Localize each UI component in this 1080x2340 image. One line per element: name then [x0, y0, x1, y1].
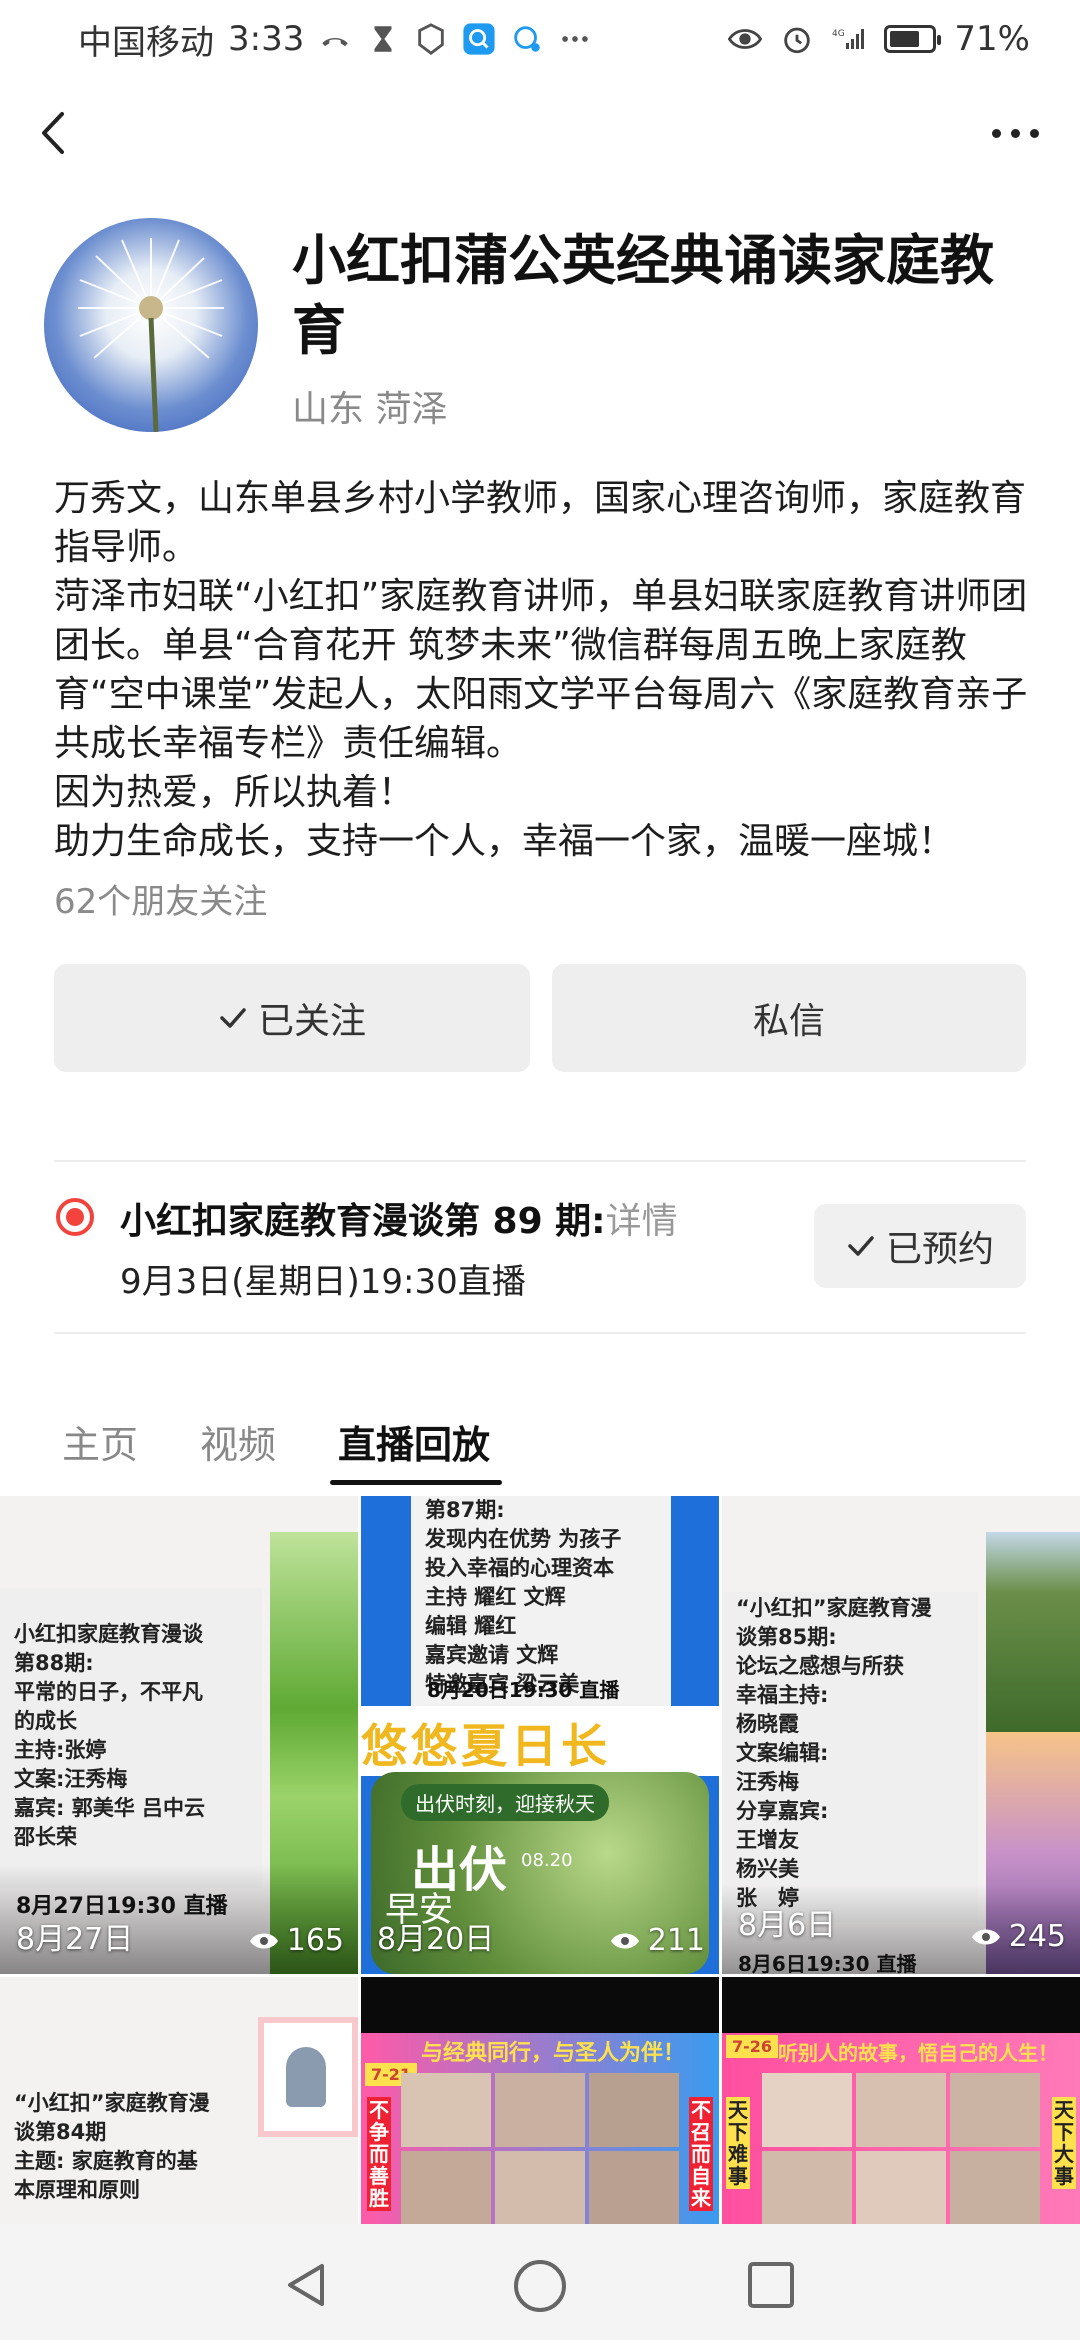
video-card[interactable]: “小红扣”家庭教育漫 谈第85期: 论坛之感想与所获 幸福主持: 杨晓霞 文案编…	[722, 1496, 1080, 1974]
avatar[interactable]	[44, 218, 258, 432]
live-title[interactable]: 小红扣家庭教育漫谈第 89 期:详情	[120, 1192, 678, 1244]
check-icon	[848, 1236, 874, 1256]
hand-icon	[414, 22, 448, 56]
tab-active-indicator	[330, 1480, 502, 1485]
profile-bio: 万秀文，山东单县乡村小学教师，国家心理咨询师，家庭教育指导师。 菏泽市妇联“小红…	[54, 474, 1034, 866]
video-stamp: 08.20	[521, 1850, 573, 1871]
tab-live-replay[interactable]: 直播回放	[338, 1414, 490, 1469]
tab-videos[interactable]: 视频	[200, 1414, 276, 1469]
message-button[interactable]: 私信	[552, 964, 1026, 1072]
video-side-left: 不争而善胜	[367, 2097, 391, 2211]
bio-line: 因为热爱，所以执着！	[54, 772, 415, 813]
live-title-text: 小红扣家庭教育漫谈第 89 期:	[120, 1201, 606, 1242]
video-side-right: 天下大事	[1052, 2097, 1076, 2189]
chat-bubble-icon	[510, 22, 544, 56]
status-bar: 中国移动 3:33 4G 71%	[0, 0, 1080, 78]
video-views: 211	[610, 1923, 705, 1958]
back-button[interactable]	[30, 108, 80, 158]
bio-line: 万秀文，山东单县乡村小学教师，国家心理咨询师，家庭教育指导师。	[54, 478, 1027, 568]
video-date: 8月20日	[377, 1922, 495, 1957]
live-time: 9月3日(星期日)19:30直播	[120, 1262, 526, 1302]
video-views-count: 165	[286, 1923, 344, 1958]
booked-label: 已预约	[885, 1229, 994, 1270]
nav-back-button[interactable]	[282, 2260, 332, 2310]
video-banner: 悠悠夏日长	[361, 1719, 611, 1773]
video-caption: “小红扣”家庭教育漫 谈第84期 主题: 家庭教育的基 本原理和原则	[14, 2091, 210, 2202]
dandelion-image	[78, 238, 224, 432]
profile-name: 小红扣蒲公英经典诵读家庭教育	[292, 229, 994, 362]
nav-home-button[interactable]	[514, 2260, 566, 2312]
video-card[interactable]: 第87期: 发现内在优势 为孩子 投入幸福的心理资本 主持 耀红 文辉 编辑 耀…	[361, 1496, 719, 1974]
more-notifications-icon	[558, 22, 592, 56]
video-date: 8月27日	[16, 1922, 134, 1957]
search-app-icon	[462, 22, 496, 56]
profile-tabs: 主页 视频 直播回放	[0, 1400, 1080, 1490]
more-dot-icon	[1010, 128, 1020, 138]
message-label: 私信	[752, 1001, 825, 1042]
top-nav	[0, 88, 1080, 178]
battery-icon	[884, 25, 942, 53]
svg-text:4G: 4G	[832, 29, 845, 39]
video-side-right: 不召而自来	[689, 2097, 713, 2211]
triangle-back-icon	[288, 2264, 324, 2306]
more-dot-icon	[1029, 128, 1039, 138]
video-tag: 7-26	[726, 2035, 779, 2058]
signal-icon: 4G	[832, 22, 866, 56]
video-views: 245	[971, 1919, 1066, 1954]
eye-icon	[610, 1933, 639, 1948]
divider	[54, 1160, 1026, 1162]
video-caption: 小红扣家庭教育漫谈 第88期: 平常的日子，不平凡 的成长 主持:张婷 文案:汪…	[14, 1622, 206, 1849]
video-live-time: 8月20日19:30 直播	[427, 1678, 620, 1702]
video-caption: “小红扣”家庭教育漫 谈第85期: 论坛之感想与所获 幸福主持: 杨晓霞 文案编…	[736, 1596, 932, 1910]
chevron-left-icon	[42, 112, 64, 154]
video-card[interactable]: 听别人的故事，悟自己的人生！ 7-26 天下难事 天下大事	[722, 1977, 1080, 2224]
divider	[54, 1332, 1026, 1334]
eye-icon	[728, 22, 763, 56]
battery-percent: 71%	[954, 19, 1030, 59]
call-missed-icon	[318, 22, 352, 56]
check-icon	[220, 1008, 246, 1028]
video-live-time: 8月6日19:30 直播	[738, 1952, 917, 1974]
live-indicator-icon	[56, 1198, 94, 1236]
following-button[interactable]: 已关注	[54, 964, 530, 1072]
video-views: 165	[249, 1923, 344, 1958]
video-date: 8月6日	[738, 1908, 837, 1943]
video-caption: 第87期: 发现内在优势 为孩子 投入幸福的心理资本 主持 耀红 文辉 编辑 耀…	[425, 1498, 622, 1696]
bio-line: 菏泽市妇联“小红扣”家庭教育讲师，单县妇联家庭教育讲师团团长。单县“合育花开 筑…	[54, 576, 1028, 764]
tab-home[interactable]: 主页	[62, 1414, 138, 1469]
more-dot-icon	[991, 128, 1001, 138]
eye-icon	[971, 1929, 1000, 1944]
bio-line: 助力生命成长，支持一个人，幸福一个家，温暖一座城！	[54, 821, 955, 862]
clock: 3:33	[228, 19, 305, 59]
video-grid: 小红扣家庭教育漫谈 第88期: 平常的日子，不平凡 的成长 主持:张婷 文案:汪…	[0, 1496, 1080, 2224]
video-card[interactable]: 与经典同行，与圣人为伴！ 7-21 不争而善胜 不召而自来	[361, 1977, 719, 2224]
video-views-count: 245	[1008, 1919, 1066, 1954]
profile-location: 山东 菏泽	[292, 389, 448, 430]
nav-recents-button[interactable]	[748, 2262, 794, 2308]
field-image	[986, 1532, 1080, 1732]
video-banner: 听别人的故事，悟自己的人生！	[778, 2041, 1058, 2065]
video-card[interactable]: 小红扣家庭教育漫谈 第88期: 平常的日子，不平凡 的成长 主持:张婷 文案:汪…	[0, 1496, 358, 1974]
followers-count[interactable]: 62个朋友关注	[54, 874, 267, 923]
hourglass-icon	[366, 22, 400, 56]
system-nav-bar	[0, 2224, 1080, 2340]
video-views-count: 211	[647, 1923, 705, 1958]
alarm-icon	[780, 22, 814, 56]
booked-button[interactable]: 已预约	[814, 1204, 1026, 1288]
live-detail-link[interactable]: 详情	[606, 1201, 678, 1242]
video-card[interactable]: “小红扣”家庭教育漫 谈第84期 主题: 家庭教育的基 本原理和原则	[0, 1977, 358, 2224]
more-options-button[interactable]	[980, 108, 1050, 158]
video-subbanner: 出伏时刻，迎接秋天	[401, 1784, 609, 1821]
video-side-left: 天下难事	[726, 2097, 750, 2189]
following-label: 已关注	[257, 1001, 366, 1042]
eye-icon	[249, 1933, 278, 1948]
video-banner: 与经典同行，与圣人为伴！	[421, 2041, 686, 2066]
carrier-label: 中国移动	[78, 22, 214, 63]
video-participants-grid	[762, 2073, 1040, 2224]
video-participants-grid	[401, 2073, 679, 2224]
